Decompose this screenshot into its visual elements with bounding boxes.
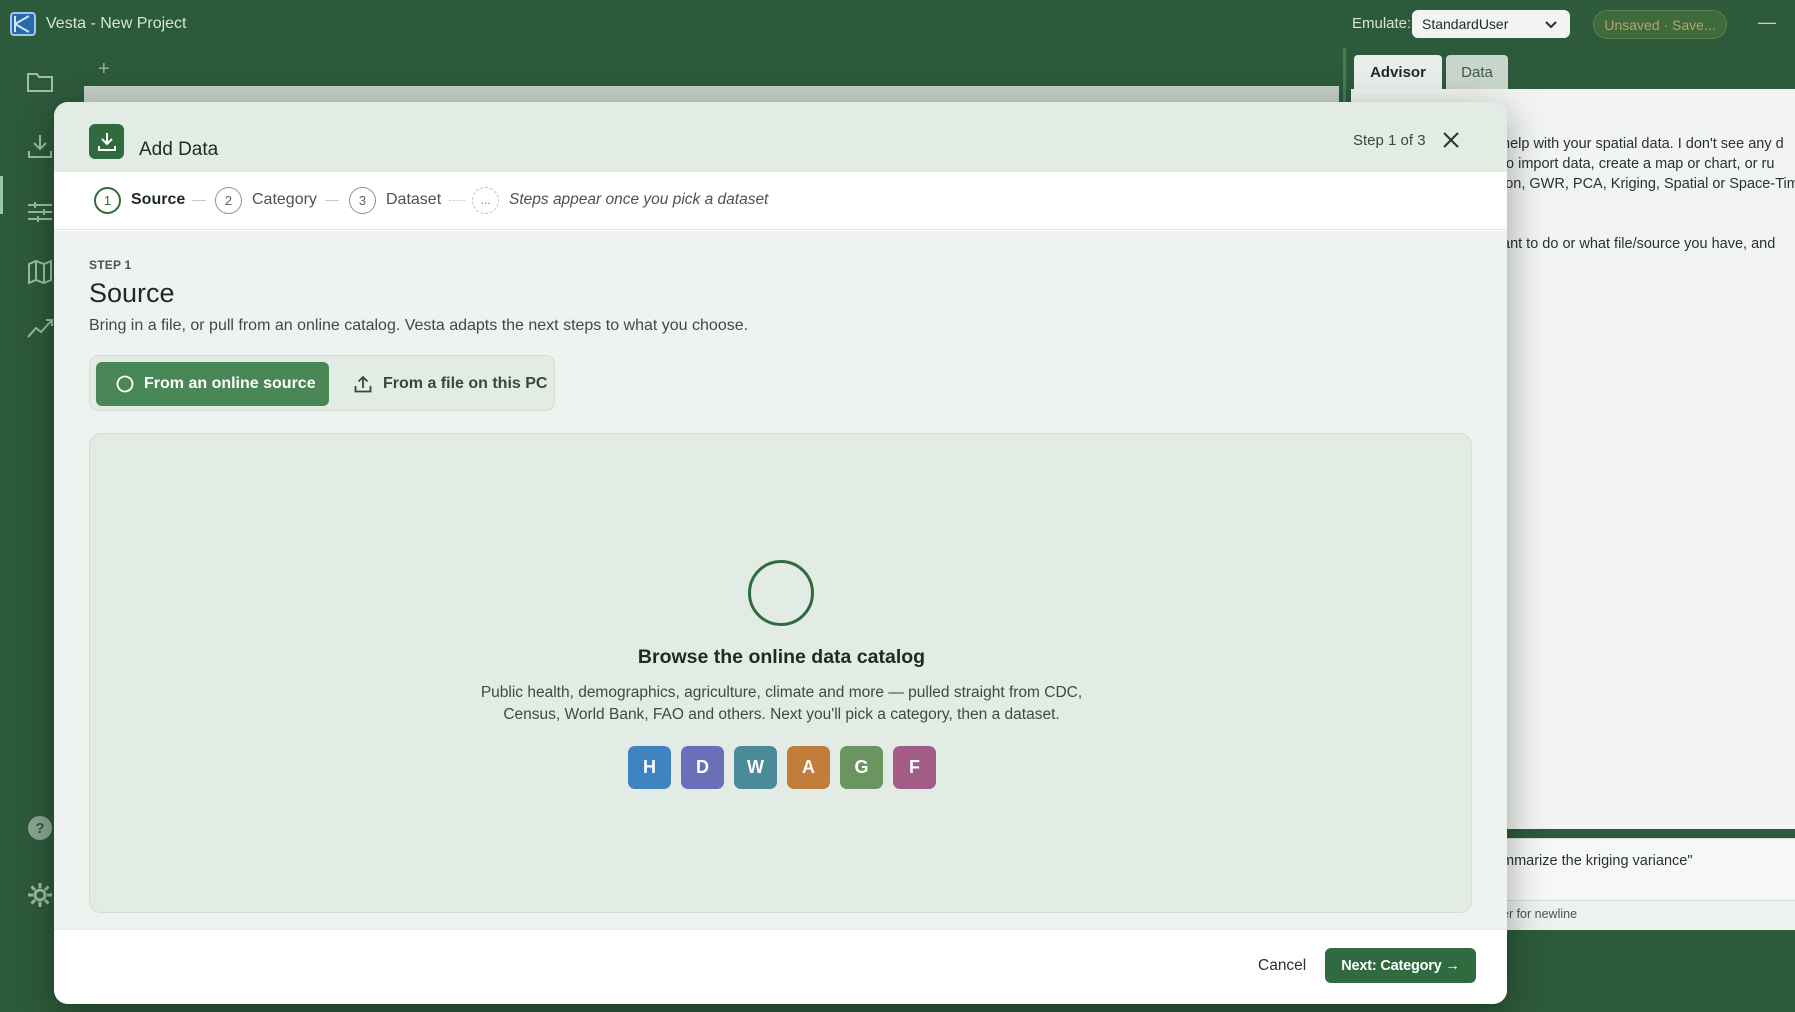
catalog-source-badges: H D W A G F (628, 746, 936, 789)
source-badge: F (893, 746, 936, 789)
add-tab-icon[interactable]: + (98, 58, 110, 81)
catalog-description-line: Public health, demographics, agriculture… (480, 684, 1083, 701)
file-source-label: From a file on this PC (383, 375, 548, 392)
online-source-label: From an online source (144, 375, 316, 392)
rail-active-indicator (0, 176, 3, 214)
steps-note: Steps appear once you pick a dataset (509, 191, 769, 208)
step-heading: Source (89, 278, 175, 308)
map-icon[interactable] (24, 256, 56, 288)
advisor-message-line: help with your spatial data. I don't see… (1502, 136, 1784, 152)
close-dialog-button[interactable] (1440, 129, 1462, 151)
upload-icon (353, 374, 373, 394)
step-label: Category (252, 191, 317, 208)
add-data-download-icon (89, 124, 124, 159)
step-label: Dataset (386, 191, 442, 208)
trend-chart-icon[interactable] (24, 312, 56, 344)
circle-icon (116, 375, 134, 393)
loading-spinner-icon (748, 560, 814, 626)
catalog-description: Public health, demographics, agriculture… (90, 682, 1473, 726)
add-data-dialog: Add Data Step 1 of 3 1 Source 2 Category… (54, 102, 1507, 1004)
minimize-icon[interactable]: — (1758, 12, 1776, 33)
next-category-button[interactable]: Next: Category → (1325, 948, 1476, 983)
dialog-header: Add Data Step 1 of 3 (54, 102, 1507, 172)
step-number: 2 (215, 186, 242, 214)
step-separator (449, 200, 465, 201)
wizard-stepper: 1 Source 2 Category 3 Dataset ... Steps … (54, 172, 1507, 230)
step-description: Bring in a file, or pull from an online … (89, 317, 749, 334)
advisor-input-text: mmarize the kriging variance" (1502, 853, 1693, 869)
file-source-button[interactable]: From a file on this PC (335, 362, 549, 406)
step-ellipsis: ... (472, 186, 499, 214)
step-source: 1 Source (94, 186, 185, 214)
emulate-user-select[interactable]: StandardUser (1412, 10, 1570, 38)
emulate-user-value: StandardUser (1422, 16, 1509, 32)
step-label: Source (131, 191, 186, 208)
tab-advisor[interactable]: Advisor (1354, 55, 1442, 89)
svg-text:?: ? (35, 820, 44, 837)
catalog-title: Browse the online data catalog (637, 646, 926, 668)
online-source-button[interactable]: From an online source (96, 362, 329, 406)
step-separator (192, 200, 206, 201)
source-badge: H (628, 746, 671, 789)
step-dataset: 3 Dataset (349, 186, 441, 214)
settings-gear-icon[interactable] (24, 879, 56, 911)
advisor-message-line: ion, GWR, PCA, Kriging, Spatial or Space… (1502, 176, 1795, 192)
save-status-button[interactable]: Unsaved · Save... (1593, 10, 1727, 39)
dialog-footer: Cancel Next: Category → (54, 929, 1507, 1004)
sliders-icon[interactable] (24, 196, 56, 228)
source-badge: D (681, 746, 724, 789)
help-icon[interactable]: ? (24, 812, 56, 844)
dialog-body: STEP 1 Source Bring in a file, or pull f… (54, 231, 1507, 929)
close-icon (1443, 132, 1459, 148)
step-number: 1 (94, 186, 121, 214)
advisor-input-hint: er for newline (1502, 907, 1578, 921)
step-kicker: STEP 1 (89, 258, 132, 272)
cancel-button[interactable]: Cancel (1258, 957, 1306, 975)
online-catalog-panel: Browse the online data catalog Public he… (89, 433, 1472, 913)
step-pending: ... Steps appear once you pick a dataset (472, 186, 768, 214)
source-badge: A (787, 746, 830, 789)
step-counter: Step 1 of 3 (1353, 132, 1426, 149)
step-number: 3 (349, 186, 376, 214)
dialog-title: Add Data (139, 139, 219, 160)
tab-data[interactable]: Data (1446, 55, 1508, 89)
source-badge: W (734, 746, 777, 789)
source-badge: G (840, 746, 883, 789)
folder-icon[interactable] (24, 66, 56, 98)
chevron-down-icon (1544, 17, 1558, 34)
source-toggle: From an online source From a file on thi… (89, 355, 555, 411)
step-category: 2 Category (215, 186, 317, 214)
catalog-description-line: Census, World Bank, FAO and others. Next… (503, 706, 1060, 723)
app-title: Vesta - New Project (46, 15, 187, 32)
download-icon[interactable] (24, 130, 56, 162)
emulate-label: Emulate: (1352, 15, 1412, 32)
step-separator (325, 200, 339, 201)
advisor-message-line: to import data, create a map or chart, o… (1502, 156, 1775, 172)
advisor-message-line: ant to do or what file/source you have, … (1502, 236, 1776, 252)
title-bar: Vesta - New Project Emulate: StandardUse… (0, 0, 1795, 48)
app-logo-icon (10, 12, 36, 36)
